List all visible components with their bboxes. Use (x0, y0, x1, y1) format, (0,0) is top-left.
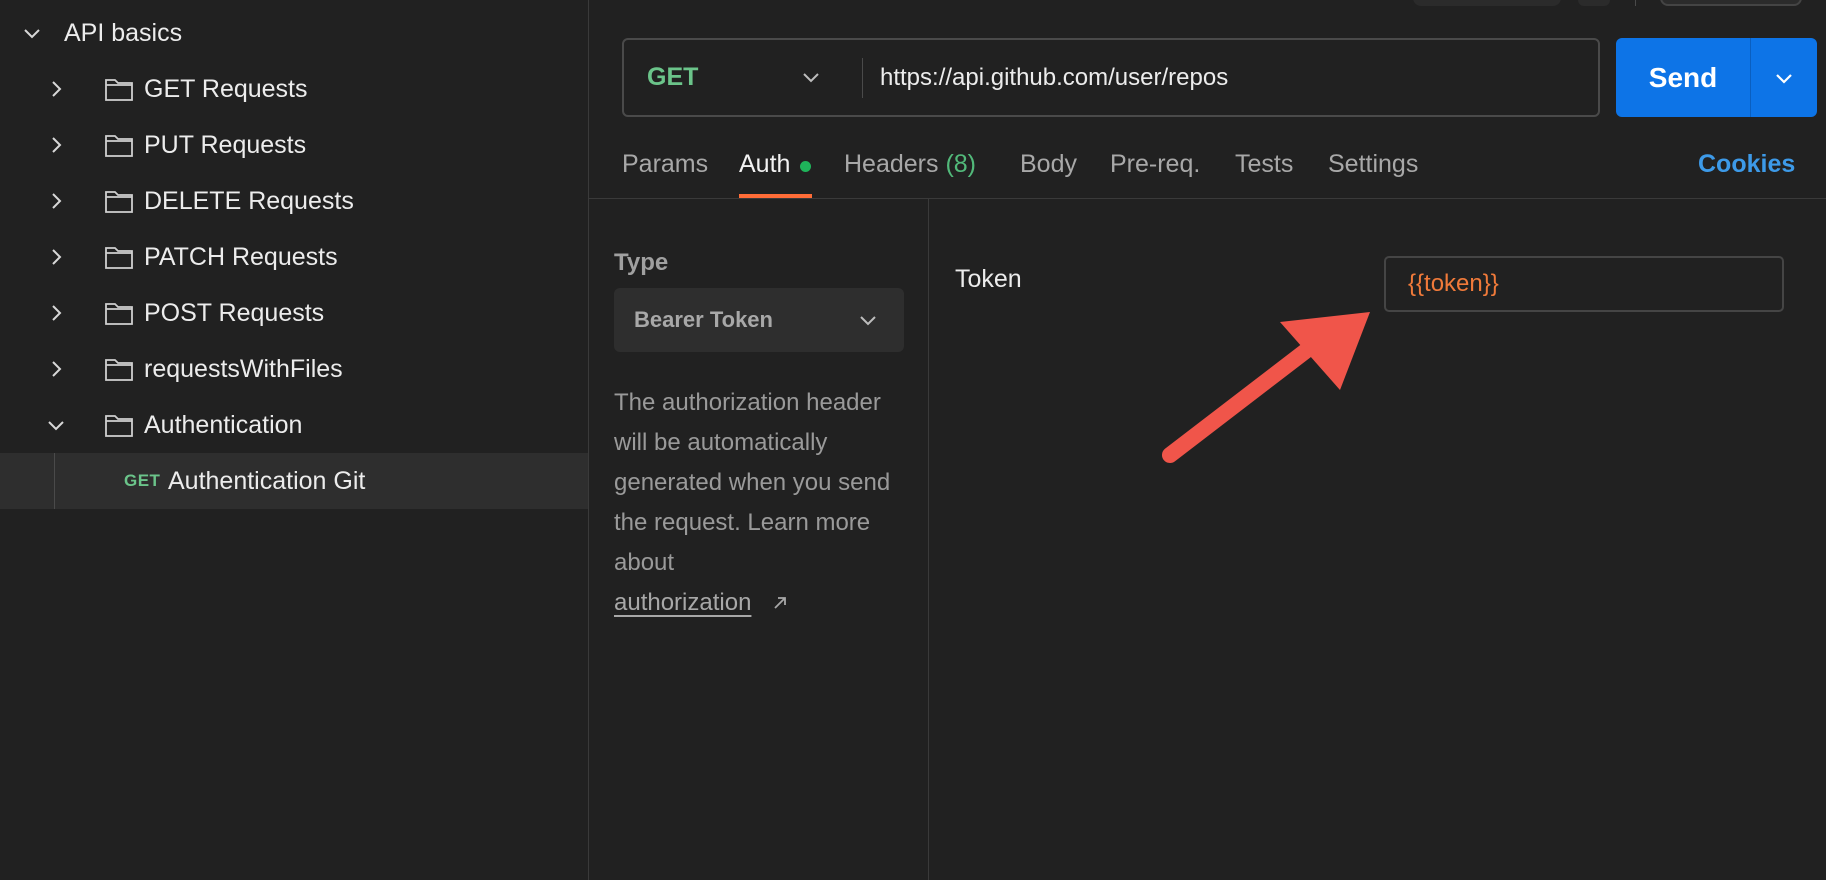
folder-icon (104, 188, 134, 214)
sidebar-item-label: DELETE Requests (144, 186, 354, 215)
tab-settings[interactable]: Settings (1328, 150, 1418, 179)
chevron-down-icon[interactable] (18, 19, 46, 47)
divider (589, 198, 1826, 199)
divider (1635, 0, 1636, 6)
sidebar-item-label: PATCH Requests (144, 242, 338, 271)
sidebar: API basics GET Requests PUT Requests DEL… (0, 0, 589, 880)
token-value: {{token}} (1408, 270, 1499, 297)
authorization-link[interactable]: authorization (614, 583, 751, 623)
folder-icon (104, 356, 134, 382)
tab-tests[interactable]: Tests (1235, 150, 1293, 179)
tab-body[interactable]: Body (1020, 150, 1077, 179)
sidebar-item-put-requests[interactable]: PUT Requests (0, 117, 588, 173)
send-button[interactable]: Send (1616, 38, 1750, 117)
auth-description: The authorization header will be automat… (614, 389, 891, 576)
chevron-right-icon[interactable] (42, 243, 70, 271)
sidebar-item-patch-requests[interactable]: PATCH Requests (0, 229, 588, 285)
sidebar-item-get-requests[interactable]: GET Requests (0, 61, 588, 117)
sidebar-item-label: Authentication (144, 410, 303, 439)
token-label: Token (955, 265, 1022, 293)
sidebar-item-label: requestsWithFiles (144, 354, 343, 383)
chevron-right-icon[interactable] (42, 75, 70, 103)
request-method-tag: GET (124, 471, 161, 490)
folder-icon (104, 300, 134, 326)
top-control[interactable] (1578, 0, 1610, 6)
top-control[interactable] (1413, 0, 1561, 6)
sidebar-item-label: PUT Requests (144, 130, 307, 159)
sidebar-item-delete-requests[interactable]: DELETE Requests (0, 173, 588, 229)
tab-auth[interactable]: Auth (739, 150, 790, 179)
send-options-button[interactable] (1751, 38, 1817, 117)
auth-type-label: Type (614, 249, 669, 276)
chevron-right-icon[interactable] (42, 299, 70, 327)
divider (862, 58, 863, 98)
request-name: Authentication Git (168, 466, 366, 495)
auth-type-value: Bearer Token (634, 307, 773, 332)
external-link-icon[interactable] (770, 593, 790, 613)
headers-count: (8) (945, 150, 977, 178)
top-control[interactable] (1660, 0, 1802, 6)
collection-name: API basics (64, 18, 183, 47)
method-value: GET (647, 63, 699, 91)
sidebar-item-label: POST Requests (144, 298, 325, 327)
collection-row[interactable]: API basics (0, 5, 588, 61)
auth-type-select[interactable]: Bearer Token (614, 288, 904, 352)
sidebar-item-authentication[interactable]: Authentication (0, 397, 588, 453)
chevron-down-icon (798, 64, 824, 90)
chevron-down-icon (1776, 73, 1792, 84)
folder-icon (104, 132, 134, 158)
indent-guide (54, 453, 55, 509)
annotation-arrow-icon (1162, 312, 1370, 463)
folder-icon (104, 76, 134, 102)
chevron-right-icon[interactable] (42, 187, 70, 215)
url-input[interactable]: https://api.github.com/user/repos (880, 40, 1228, 115)
folder-icon (104, 244, 134, 270)
cookies-link[interactable]: Cookies (1698, 150, 1795, 179)
tab-headers[interactable]: Headers (8) (844, 150, 976, 179)
url-bar: GET https://api.github.com/user/repos (622, 38, 1600, 117)
tab-params[interactable]: Params (622, 150, 708, 179)
method-select[interactable]: GET (624, 40, 862, 115)
chevron-right-icon[interactable] (42, 355, 70, 383)
tab-label: Headers (844, 150, 939, 178)
sidebar-item-requests-with-files[interactable]: requestsWithFiles (0, 341, 588, 397)
sidebar-item-post-requests[interactable]: POST Requests (0, 285, 588, 341)
chevron-right-icon[interactable] (42, 131, 70, 159)
tab-prereq[interactable]: Pre-req. (1110, 150, 1200, 179)
chevron-down-icon (856, 308, 880, 332)
sidebar-item-label: GET Requests (144, 74, 308, 103)
divider (928, 199, 929, 880)
status-dot (800, 161, 811, 172)
token-input[interactable]: {{token}} (1384, 256, 1784, 312)
chevron-down-icon[interactable] (42, 411, 70, 439)
folder-icon (104, 412, 134, 438)
sidebar-request-authentication-git[interactable]: GET Authentication Git (0, 453, 588, 509)
